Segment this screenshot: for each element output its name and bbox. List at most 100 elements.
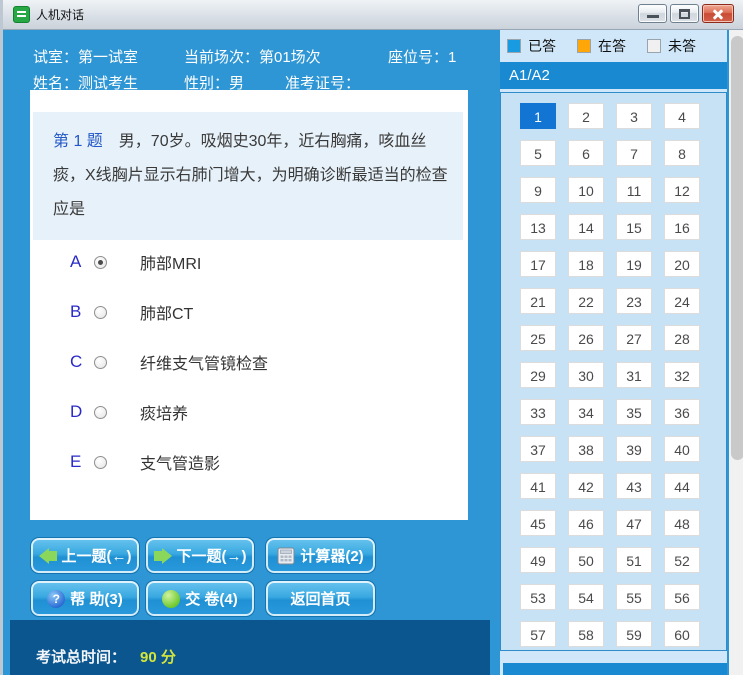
question-cell[interactable]: 38 [568,436,604,462]
option-radio[interactable] [94,456,107,469]
legend-label: 已答 [528,36,556,56]
question-cell[interactable]: 45 [520,510,556,536]
submit-icon [162,590,180,608]
question-cell[interactable]: 35 [616,399,652,425]
question-cell[interactable]: 2 [568,103,604,129]
option-row[interactable]: C纤维支气管镜检查 [30,348,468,376]
question-cell[interactable]: 10 [568,177,604,203]
option-letter: C [70,352,94,372]
question-cell[interactable]: 48 [664,510,700,536]
calculator-button[interactable]: 计算器(2) [265,537,376,574]
home-button[interactable]: 返回首页 [265,580,376,617]
question-cell[interactable]: 37 [520,436,556,462]
question-cell[interactable]: 11 [616,177,652,203]
question-cell[interactable]: 21 [520,288,556,314]
question-cell[interactable]: 36 [664,399,700,425]
question-cell[interactable]: 49 [520,547,556,573]
question-cell[interactable]: 5 [520,140,556,166]
option-row[interactable]: A肺部MRI [30,248,468,276]
question-number-grid: 1234567891011121314151617181920212223242… [500,92,727,651]
question-cell[interactable]: 56 [664,584,700,610]
question-cell[interactable]: 40 [664,436,700,462]
close-icon [711,7,725,21]
maximize-button[interactable] [670,4,699,23]
question-stem: 第 1 题男，70岁。吸烟史30年，近右胸痛，咳血丝痰，X线胸片显示右肺门增大，… [33,112,463,240]
question-cell[interactable]: 60 [664,621,700,647]
question-cell[interactable]: 54 [568,584,604,610]
legend-color-icon [647,39,661,53]
question-cell[interactable]: 46 [568,510,604,536]
question-cell[interactable]: 42 [568,473,604,499]
question-cell[interactable]: 14 [568,214,604,240]
question-cell[interactable]: 19 [616,251,652,277]
question-cell[interactable]: 58 [568,621,604,647]
question-cell[interactable]: 7 [616,140,652,166]
question-cell[interactable]: 27 [616,325,652,351]
question-cell[interactable]: 29 [520,362,556,388]
question-cell[interactable]: 41 [520,473,556,499]
question-cell[interactable]: 8 [664,140,700,166]
question-cell[interactable]: 33 [520,399,556,425]
app-window: 人机对话 试室：第一试室 当前场次：第01场次 座位号：1 姓名：测试考生 性别… [0,0,743,675]
option-row[interactable]: E支气管造影 [30,448,468,476]
question-cell[interactable]: 47 [616,510,652,536]
question-cell[interactable]: 6 [568,140,604,166]
question-cell[interactable]: 12 [664,177,700,203]
legend-label: 在答 [598,36,626,56]
question-cell[interactable]: 22 [568,288,604,314]
question-cell[interactable]: 25 [520,325,556,351]
next-arrow-icon [154,548,172,564]
question-cell[interactable]: 20 [664,251,700,277]
next-question-button[interactable]: 下一题(→) [145,537,255,574]
question-cell[interactable]: 26 [568,325,604,351]
question-cell[interactable]: 24 [664,288,700,314]
question-cell[interactable]: 15 [616,214,652,240]
total-time-label: 考试总时间： [36,646,126,667]
minimize-button[interactable] [638,4,667,23]
question-cell[interactable]: 3 [616,103,652,129]
sidebar-scrollbar[interactable] [729,30,743,675]
question-cell[interactable]: 13 [520,214,556,240]
question-cell[interactable]: 23 [616,288,652,314]
question-cell[interactable]: 17 [520,251,556,277]
option-row[interactable]: D痰培养 [30,398,468,426]
question-cell[interactable]: 51 [616,547,652,573]
question-cell[interactable]: 9 [520,177,556,203]
question-cell[interactable]: 43 [616,473,652,499]
question-cell[interactable]: 34 [568,399,604,425]
question-cell[interactable]: 50 [568,547,604,573]
option-radio[interactable] [94,356,107,369]
question-cell[interactable]: 30 [568,362,604,388]
submit-button[interactable]: 交 卷(4) [145,580,255,617]
question-cell[interactable]: 31 [616,362,652,388]
question-cell[interactable]: 4 [664,103,700,129]
scrollbar-thumb[interactable] [731,36,743,460]
question-panel: 第 1 题男，70岁。吸烟史30年，近右胸痛，咳血丝痰，X线胸片显示右肺门增大，… [30,90,468,520]
question-cell[interactable]: 39 [616,436,652,462]
option-letter: A [70,252,94,272]
title-bar[interactable]: 人机对话 [0,0,743,30]
question-cell[interactable]: 57 [520,621,556,647]
question-cell[interactable]: 16 [664,214,700,240]
question-cell[interactable]: 1 [520,103,556,129]
legend-item: 在答 [577,36,626,56]
question-cell[interactable]: 59 [616,621,652,647]
option-row[interactable]: B肺部CT [30,298,468,326]
option-radio[interactable] [94,406,107,419]
previous-question-button[interactable]: 上一题(←) [30,537,140,574]
question-cell[interactable]: 32 [664,362,700,388]
option-radio[interactable] [94,306,107,319]
help-button[interactable]: ? 帮 助(3) [30,580,140,617]
question-cell[interactable]: 52 [664,547,700,573]
question-cell[interactable]: 55 [616,584,652,610]
option-radio[interactable] [94,256,107,269]
exam-room-label: 试室：第一试室 [33,46,138,67]
close-button[interactable] [702,4,734,23]
question-cell[interactable]: 28 [664,325,700,351]
app-icon [13,6,30,23]
question-cell[interactable]: 53 [520,584,556,610]
question-cell[interactable]: 44 [664,473,700,499]
section-header: A1/A2 [500,62,727,89]
question-stem-text: 男，70岁。吸烟史30年，近右胸痛，咳血丝痰，X线胸片显示右肺门增大，为明确诊断… [53,133,448,218]
question-cell[interactable]: 18 [568,251,604,277]
